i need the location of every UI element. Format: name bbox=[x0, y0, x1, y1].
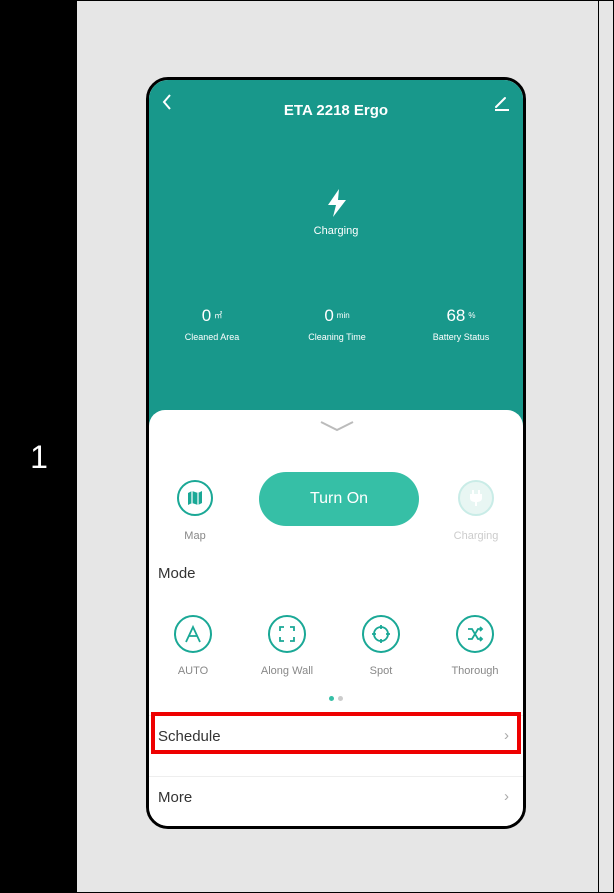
right-divider bbox=[598, 1, 599, 892]
shuffle-icon bbox=[468, 626, 484, 642]
mode-label: Along Wall bbox=[260, 665, 314, 677]
charging-label: Charging bbox=[453, 530, 499, 542]
pencil-icon bbox=[495, 97, 509, 111]
corners-frame-icon bbox=[279, 626, 295, 642]
control-panel: Map Turn On Charging Mode AUTO Along Wal… bbox=[149, 410, 523, 826]
chevron-right-icon: › bbox=[504, 727, 509, 744]
charging-button[interactable] bbox=[458, 480, 494, 516]
turn-on-button[interactable]: Turn On bbox=[259, 472, 419, 526]
stat-unit: % bbox=[468, 311, 476, 320]
schedule-row[interactable]: Schedule › bbox=[149, 715, 523, 756]
schedule-label: Schedule bbox=[158, 728, 221, 745]
stat-unit: ㎡ bbox=[214, 311, 223, 320]
mode-auto-button[interactable] bbox=[174, 615, 212, 653]
edit-button[interactable] bbox=[493, 94, 511, 112]
chevron-down-icon[interactable] bbox=[319, 420, 355, 432]
more-row[interactable]: More › bbox=[149, 776, 523, 817]
charging-status-label: Charging bbox=[313, 225, 359, 237]
crosshair-icon bbox=[372, 625, 390, 643]
stat-value: 0 bbox=[324, 306, 334, 325]
letter-a-icon bbox=[185, 625, 201, 643]
more-label: More bbox=[158, 789, 193, 806]
map-button[interactable] bbox=[177, 480, 213, 516]
mode-spot-button[interactable] bbox=[362, 615, 400, 653]
stat-battery-status: 68% Battery Status bbox=[406, 306, 516, 342]
stat-label: Cleaning Time bbox=[308, 332, 366, 342]
mode-page-indicator bbox=[329, 696, 343, 701]
chevron-right-icon: › bbox=[504, 788, 509, 805]
page-dot-active bbox=[329, 696, 334, 701]
stat-value: 0 bbox=[201, 306, 212, 325]
mode-thorough-button[interactable] bbox=[456, 615, 494, 653]
page-dot bbox=[338, 696, 343, 701]
stat-label: Cleaned Area bbox=[184, 332, 240, 342]
step-number: 1 bbox=[30, 439, 48, 475]
mode-label: Spot bbox=[369, 665, 393, 677]
stat-label: Battery Status bbox=[432, 332, 490, 342]
stat-value: 68 bbox=[446, 306, 466, 325]
stat-unit: min bbox=[336, 311, 350, 320]
lightning-bolt-icon bbox=[328, 189, 346, 217]
mode-label: Thorough bbox=[451, 665, 499, 677]
plug-icon bbox=[470, 490, 482, 506]
map-label: Map bbox=[184, 530, 206, 542]
stat-cleaning-time: 0 min Cleaning Time bbox=[282, 306, 392, 342]
phone-screen: ETA 2218 Ergo Charging 0 ㎡ Cleaned Area 0… bbox=[146, 77, 526, 829]
mode-along-wall-button[interactable] bbox=[268, 615, 306, 653]
stat-cleaned-area: 0 ㎡ Cleaned Area bbox=[157, 306, 267, 342]
map-icon bbox=[188, 491, 202, 505]
mode-label: AUTO bbox=[177, 665, 209, 677]
device-title: ETA 2218 Ergo bbox=[283, 102, 389, 119]
step-column: 1 bbox=[1, 1, 77, 892]
mode-heading: Mode bbox=[158, 565, 196, 582]
status-header: ETA 2218 Ergo Charging 0 ㎡ Cleaned Area 0… bbox=[149, 80, 523, 430]
